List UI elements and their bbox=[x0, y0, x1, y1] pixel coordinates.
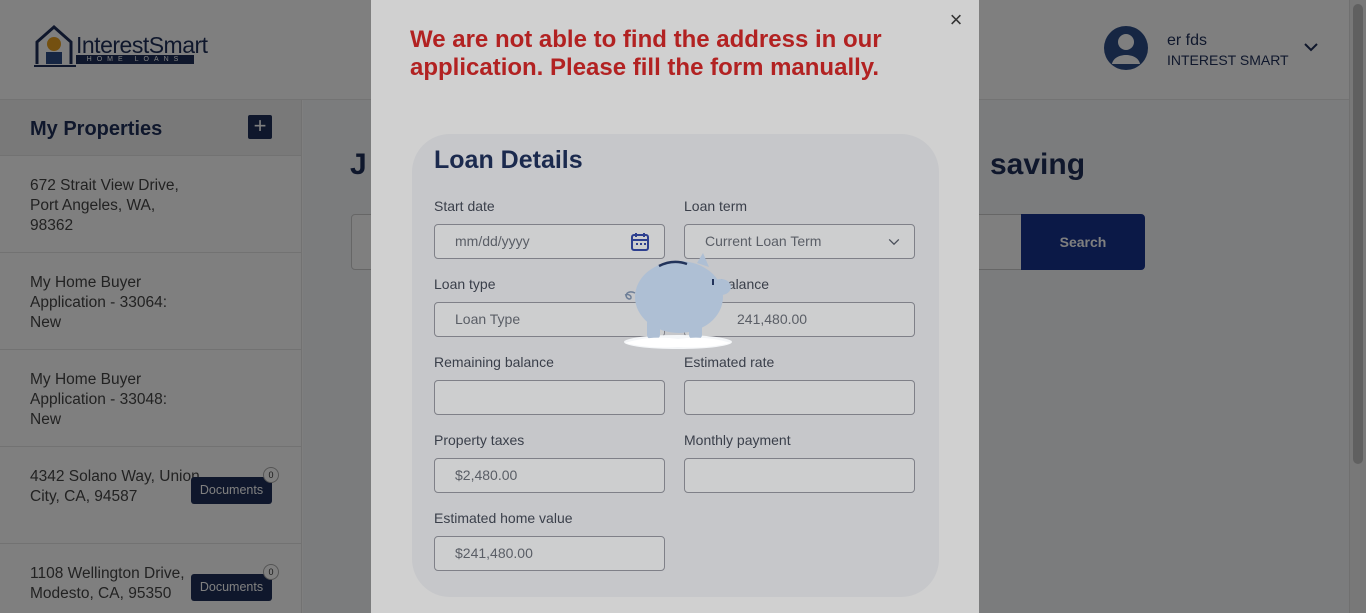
start-date-label: Start date bbox=[434, 198, 495, 214]
address-not-found-alert: We are not able to find the address in o… bbox=[410, 26, 882, 81]
estimated-rate-input[interactable] bbox=[684, 380, 915, 415]
start-date-placeholder: mm/dd/yyyy bbox=[455, 233, 530, 249]
property-taxes-field: Property taxes $2,480.00 bbox=[434, 432, 665, 493]
property-taxes-input[interactable]: $2,480.00 bbox=[434, 458, 665, 493]
estimated-rate-field: Estimated rate bbox=[684, 354, 915, 415]
property-taxes-value: $2,480.00 bbox=[455, 467, 518, 483]
remaining-balance-label: Remaining balance bbox=[434, 354, 554, 370]
balance-value: 241,480.00 bbox=[737, 311, 808, 327]
close-modal-button[interactable]: × bbox=[946, 9, 966, 31]
remaining-balance-field: Remaining balance bbox=[434, 354, 665, 415]
estimated-home-value-label: Estimated home value bbox=[434, 510, 573, 526]
monthly-payment-label: Monthly payment bbox=[684, 432, 791, 448]
estimated-rate-label: Estimated rate bbox=[684, 354, 775, 370]
estimated-home-value-value: $241,480.00 bbox=[455, 545, 533, 561]
property-taxes-label: Property taxes bbox=[434, 432, 525, 448]
chevron-down-icon bbox=[888, 238, 900, 246]
card-title: Loan Details bbox=[434, 146, 583, 174]
monthly-payment-field: Monthly payment bbox=[684, 432, 915, 493]
estimated-home-value-input[interactable]: $241,480.00 bbox=[434, 536, 665, 571]
piggy-bank-icon bbox=[624, 253, 732, 349]
loan-term-label: Loan term bbox=[684, 198, 748, 214]
remaining-balance-input[interactable] bbox=[434, 380, 665, 415]
monthly-payment-input[interactable] bbox=[684, 458, 915, 493]
estimated-home-value-field: Estimated home value $241,480.00 bbox=[434, 510, 665, 571]
loan-term-value: Current Loan Term bbox=[705, 233, 822, 249]
loan-details-card: Loan Details Start date mm/dd/yyyy Loan … bbox=[412, 134, 939, 597]
loan-type-value: Loan Type bbox=[455, 311, 521, 327]
